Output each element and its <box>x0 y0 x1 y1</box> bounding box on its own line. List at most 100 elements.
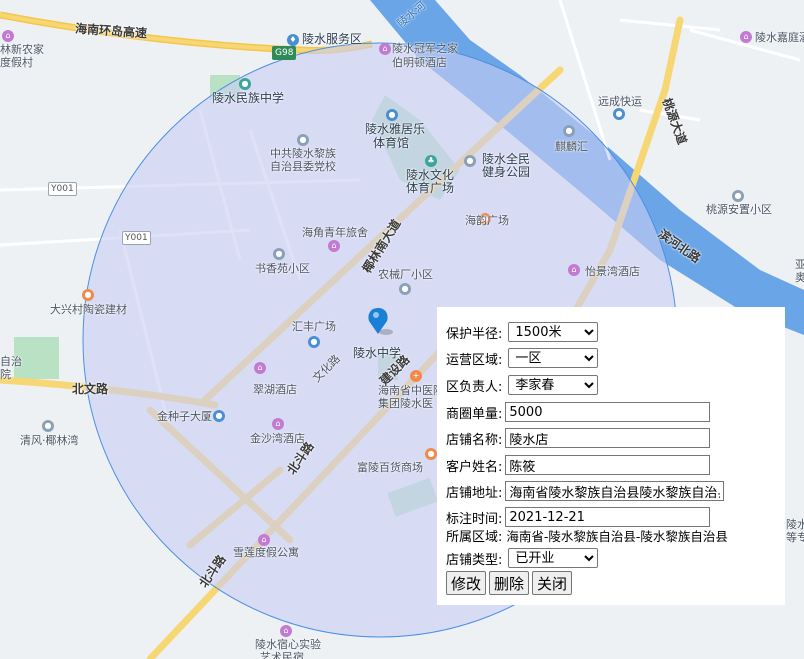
service-area-icon: ♦ <box>287 34 299 46</box>
residential-icon: ● <box>732 190 744 202</box>
shop-name-row: 店铺名称: <box>446 427 711 449</box>
poi-label: 远成快运 <box>598 95 642 108</box>
hotel-icon: ⌂ <box>280 625 292 637</box>
poi-label: 艺术民宿 <box>260 651 304 659</box>
y001-shield: Y001 <box>122 231 151 245</box>
building-icon: ● <box>213 410 225 422</box>
poi-label: 金沙湾酒店 <box>250 432 305 445</box>
building-icon: ● <box>308 336 320 348</box>
hotel-icon: ⌂ <box>740 31 752 43</box>
action-buttons: 修改 删除 关闭 <box>446 570 575 596</box>
poi-label: 自治 <box>0 355 22 368</box>
poi-label: 体育广场 <box>406 181 455 195</box>
poi-label: 书香苑小区 <box>255 262 310 275</box>
government-icon: ● <box>297 134 309 146</box>
shop-info-panel: 保护半径: 1500米 运营区域: 一区 区负责人: 李家春 商圈单量: 店铺名… <box>437 307 785 605</box>
type-row: 店铺类型: 已开业 <box>446 547 599 569</box>
modify-button[interactable]: 修改 <box>446 571 487 595</box>
radius-label: 保护半径: <box>446 326 503 342</box>
poi-label: 桃源安置小区 <box>706 203 772 216</box>
manager-row: 区负责人: 李家春 <box>446 374 599 396</box>
hotel-icon: ⌂ <box>258 534 270 546</box>
poi-label: 健身公园 <box>482 165 531 179</box>
poi-label: 陵水服务区 <box>302 32 363 46</box>
poi-label: 麒麟汇 <box>555 140 588 153</box>
type-select[interactable]: 已开业 <box>508 548 599 568</box>
area-label: 所属区域: <box>446 529 503 545</box>
poi-label: 海角青年旅舍 <box>302 226 368 239</box>
hotel-icon: ⌂ <box>379 43 391 55</box>
residential-icon: ● <box>273 248 285 260</box>
manager-select[interactable]: 李家春 <box>508 375 599 395</box>
poi-label: 伯明顿酒店 <box>392 56 447 69</box>
hotel-icon: ⌂ <box>568 264 580 276</box>
poi-label: 陵水宿心实验 <box>255 638 321 651</box>
amount-input[interactable] <box>505 402 711 422</box>
poi-label: 院 <box>0 368 11 381</box>
amount-row: 商圈单量: <box>446 401 711 423</box>
region-label: 运营区域: <box>446 352 503 368</box>
hotel-icon: ⌂ <box>328 240 340 252</box>
customer-label: 客户姓名: <box>446 459 503 475</box>
delete-button[interactable]: 删除 <box>489 571 530 595</box>
customer-row: 客户姓名: <box>446 454 711 476</box>
poi-label: 亚 <box>795 258 804 271</box>
poi-label: 富陵百货商场 <box>357 461 423 474</box>
poi-label: 陵水 <box>786 518 804 531</box>
close-button[interactable]: 关闭 <box>532 571 573 595</box>
poi-label: 雪莲度假公寓 <box>233 546 299 559</box>
radius-row: 保护半径: 1500米 <box>446 321 599 343</box>
poi-label: 陵水嘉庭酒 <box>755 31 804 44</box>
region-select[interactable]: 一区 <box>508 348 599 368</box>
residential-icon: ● <box>42 420 54 432</box>
hotel-icon: ⌂ <box>272 418 284 430</box>
manager-label: 区负责人: <box>446 379 503 395</box>
poi-label: 奥 <box>795 271 804 284</box>
building-icon: ● <box>613 108 625 120</box>
park-icon: ● <box>464 155 476 167</box>
poi-label: 中共陵水黎族 <box>270 147 336 160</box>
customer-input[interactable] <box>505 455 711 475</box>
poi-label: 集团陵水医 <box>378 397 433 410</box>
poi-label: 海韵广场 <box>465 214 509 227</box>
poi-label: 度假村 <box>0 56 33 69</box>
shop-name-label: 店铺名称: <box>446 432 503 448</box>
school-icon: ● <box>239 78 251 90</box>
address-label: 店铺地址: <box>446 485 503 501</box>
address-input[interactable] <box>505 481 725 501</box>
poi-label: 大兴村陶瓷建材 <box>50 303 127 316</box>
residential-icon: ● <box>399 283 411 295</box>
residential-icon: ● <box>563 125 575 137</box>
poi-label: 陵水雅居乐 <box>365 122 426 136</box>
y001-shield: Y001 <box>48 182 77 196</box>
area-value: 海南省-陵水黎族自治县-陵水黎族自治县 <box>506 528 728 544</box>
poi-label: 金种子大厦 <box>157 410 212 423</box>
hotel-icon: ⌂ <box>2 30 14 42</box>
poi-label: 等专 <box>786 531 804 544</box>
poi-label: 农械厂小区 <box>378 268 433 281</box>
poi-label: 陵水民族中学 <box>212 91 285 105</box>
amount-label: 商圈单量: <box>446 406 503 422</box>
poi-label: 林新农家 <box>0 43 44 56</box>
poi-label: 陵水中学 <box>353 346 402 360</box>
building-icon: ● <box>386 109 398 121</box>
g98-shield: G98 <box>272 46 297 60</box>
area-row: 所属区域: 海南省-陵水黎族自治县-陵水黎族自治县 <box>446 524 728 546</box>
poi-label: 自治县委党校 <box>270 160 336 173</box>
shopping-icon: ● <box>425 448 437 460</box>
hotel-icon: ⌂ <box>254 362 266 374</box>
shop-name-input[interactable] <box>505 428 711 448</box>
type-label: 店铺类型: <box>446 552 503 568</box>
region-row: 运营区域: 一区 <box>446 347 599 369</box>
radius-select[interactable]: 1500米 <box>508 322 599 342</box>
park-icon: ♣ <box>425 155 437 167</box>
poi-label: 体育馆 <box>373 136 410 150</box>
poi-label: 怡景湾酒店 <box>585 265 640 278</box>
hospital-icon: + <box>410 370 422 382</box>
poi-label: 清风·椰林湾 <box>20 434 79 447</box>
road-label: 北文路 <box>72 382 109 396</box>
poi-label: 翠湖酒店 <box>253 383 297 396</box>
poi-label: 陵水冠军之家 <box>392 42 458 55</box>
shop-icon: ● <box>82 289 94 301</box>
address-row: 店铺地址: <box>446 480 725 502</box>
